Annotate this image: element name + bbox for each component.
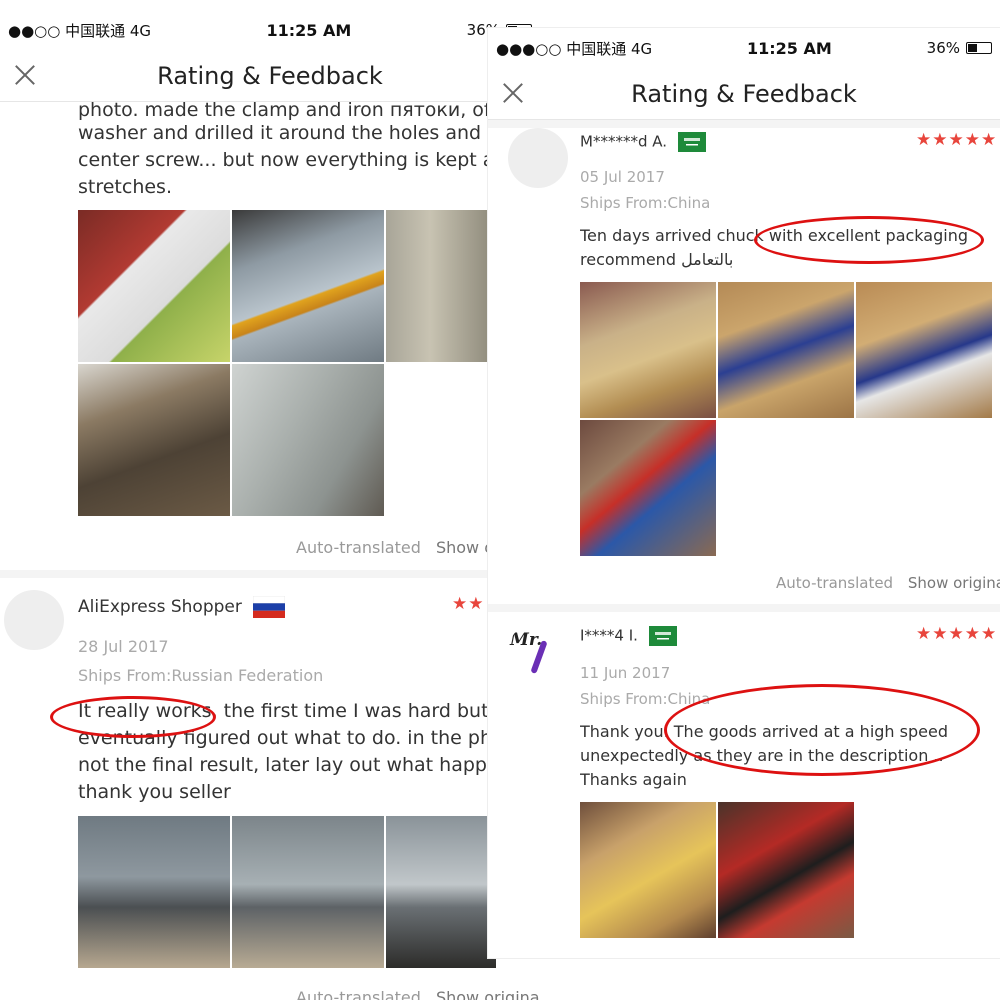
show-original-link[interactable]: Show original	[908, 574, 1000, 592]
reviewer-name: I****4 I.	[580, 626, 638, 645]
avatar: Mr.	[508, 622, 568, 682]
highlight-ellipse	[664, 684, 980, 776]
rating-stars: ★★★★★	[916, 624, 998, 644]
review-footer: Auto-translated Show o	[296, 538, 494, 557]
review-photo[interactable]	[78, 210, 230, 362]
reviewer-name: M******d A.	[580, 132, 667, 151]
review-photo[interactable]	[232, 210, 384, 362]
carrier-label: ●●●○○ 中国联通 4G	[496, 39, 653, 58]
saudi-flag-icon	[677, 132, 706, 152]
reviewer-line: AliExpress Shopper	[78, 596, 286, 618]
review-photo[interactable]	[580, 420, 716, 556]
page-title: Rating & Feedback	[631, 79, 857, 108]
highlight-ellipse	[50, 696, 216, 738]
text-line: not the final result, later lay out what…	[78, 754, 498, 776]
review-photo[interactable]	[232, 816, 384, 968]
review-photo[interactable]	[78, 816, 230, 968]
auto-translated-label: Auto-translated	[296, 538, 421, 557]
status-bar: ●●●○○ 中国联通 4G 11:25 AM 36%	[488, 28, 1000, 68]
ships-from: Ships From:China	[580, 194, 711, 212]
text-line: photo. made the clamp and iron пятоки, o…	[78, 100, 498, 120]
nav-bar: Rating & Feedback	[488, 68, 1000, 120]
review-date: 11 Jun 2017	[580, 664, 671, 682]
review-photo[interactable]	[386, 210, 496, 362]
close-icon[interactable]	[500, 80, 526, 106]
battery-icon	[966, 42, 992, 54]
show-original-link[interactable]: Show original	[436, 988, 540, 1000]
prev-review-text: photo. made the clamp and iron пятоки, o…	[78, 100, 498, 201]
status-bar: ●●○○ 中国联通 4G 11:25 AM 36%	[0, 10, 540, 50]
highlight-ellipse	[754, 216, 984, 264]
text-line: stretches.	[78, 176, 172, 198]
close-icon[interactable]	[12, 62, 38, 88]
ships-from: Ships From:Russian Federation	[78, 666, 324, 685]
rating-stars: ★★	[452, 594, 485, 614]
text-line: center screw... but now everything is ke…	[78, 149, 498, 171]
rating-stars: ★★★★★	[916, 130, 998, 150]
review-photo[interactable]	[580, 282, 716, 418]
review-photo[interactable]	[386, 816, 496, 968]
review-photo[interactable]	[580, 802, 716, 938]
saudi-flag-icon	[648, 626, 677, 646]
avatar	[4, 590, 64, 650]
review-photo[interactable]	[856, 282, 992, 418]
review-photo[interactable]	[718, 282, 854, 418]
text-line: thank you seller	[78, 781, 231, 803]
divider	[488, 604, 1000, 612]
review-footer: Auto-translated Show original	[776, 574, 1000, 592]
avatar-logo-text: Mr.	[510, 630, 543, 650]
auto-translated-label: Auto-translated	[776, 574, 894, 592]
battery-percent: 36%	[926, 39, 960, 57]
reviewer-line: M******d A.	[580, 132, 706, 152]
status-time: 11:25 AM	[747, 38, 832, 58]
status-right: 36%	[927, 39, 992, 57]
avatar	[508, 128, 568, 188]
reviewer-name: AliExpress Shopper	[78, 597, 242, 617]
carrier-label: ●●○○ 中国联通 4G	[8, 21, 152, 40]
status-time: 11:25 AM	[266, 20, 352, 40]
review-date: 05 Jul 2017	[580, 168, 665, 186]
page-title: Rating & Feedback	[157, 61, 383, 90]
text-line: washer and drilled it around the holes a…	[78, 122, 498, 144]
show-original-link[interactable]: Show o	[436, 538, 494, 557]
divider	[488, 120, 1000, 128]
divider	[0, 570, 540, 578]
review-date: 28 Jul 2017	[78, 637, 169, 656]
review-photo[interactable]	[718, 802, 854, 938]
reviewer-line: I****4 I.	[580, 626, 677, 646]
left-screenshot: ●●○○ 中国联通 4G 11:25 AM 36% Rating & Feedb…	[0, 10, 540, 1000]
review-photo[interactable]	[232, 364, 384, 516]
review-photo[interactable]	[78, 364, 230, 516]
nav-bar: Rating & Feedback	[0, 50, 540, 102]
auto-translated-label: Auto-translated	[296, 988, 421, 1000]
battery-fill	[968, 44, 977, 52]
russia-flag-icon	[253, 596, 286, 618]
review-footer: Auto-translated Show original	[296, 988, 540, 1000]
right-screenshot: ●●●○○ 中国联通 4G 11:25 AM 36% Rating & Feed…	[488, 28, 1000, 958]
